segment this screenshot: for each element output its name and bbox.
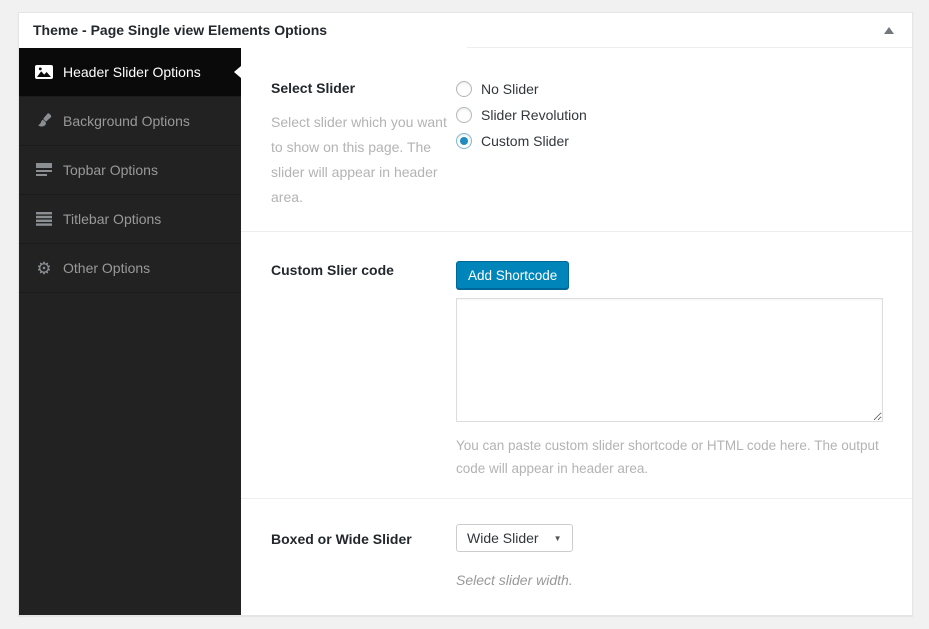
slider-radio-group: No Slider Slider Revolution Custom Slide…	[456, 76, 587, 154]
image-icon	[34, 65, 54, 79]
no-slider-radio[interactable]	[456, 81, 472, 97]
slider-width-select[interactable]: Wide Slider ▼	[456, 524, 573, 552]
sidebar-item-label: Topbar Options	[63, 162, 158, 178]
sidebar-item-label: Other Options	[63, 260, 151, 276]
metabox-header: Theme - Page Single view Elements Option…	[19, 13, 912, 47]
triangle-up-icon	[884, 26, 894, 34]
sidebar-item-other-options[interactable]: ⚙ Other Options	[19, 244, 241, 293]
select-slider-label: Select Slider	[271, 80, 356, 96]
radio-option-label: Slider Revolution	[481, 107, 587, 123]
select-current-value: Wide Slider	[467, 530, 539, 546]
radio-option-custom-slider[interactable]: Custom Slider	[456, 128, 587, 154]
slider-width-label: Boxed or Wide Slider	[271, 531, 412, 547]
slider-revolution-radio[interactable]	[456, 107, 472, 123]
options-tab-sidebar: Header Slider Options Background Options…	[19, 48, 241, 615]
section-divider	[241, 231, 912, 232]
sidebar-item-label: Background Options	[63, 113, 190, 129]
slider-width-description: Select slider width.	[456, 572, 573, 588]
custom-slider-radio[interactable]	[456, 133, 472, 149]
sidebar-item-header-slider-options[interactable]: Header Slider Options	[19, 48, 241, 97]
sidebar-item-background-options[interactable]: Background Options	[19, 97, 241, 146]
brush-icon	[34, 113, 54, 129]
sidebar-item-topbar-options[interactable]: Topbar Options	[19, 146, 241, 195]
topbar-icon	[34, 163, 54, 177]
chevron-down-icon: ▼	[553, 533, 562, 543]
radio-option-label: Custom Slider	[481, 133, 569, 149]
section-divider	[241, 498, 912, 499]
radio-option-slider-revolution[interactable]: Slider Revolution	[456, 102, 587, 128]
custom-slider-code-label: Custom Slier code	[271, 262, 394, 278]
select-slider-description: Select slider which you want to show on …	[271, 114, 447, 205]
collapse-toggle-button[interactable]	[874, 13, 904, 47]
shortcode-description: You can paste custom slider shortcode or…	[456, 438, 879, 476]
theme-options-metabox: Theme - Page Single view Elements Option…	[18, 12, 913, 616]
tab-panel-header-slider-options: Select Slider Select slider which you wa…	[241, 48, 912, 615]
sidebar-item-label: Titlebar Options	[63, 211, 162, 227]
gear-icon: ⚙	[36, 258, 52, 278]
radio-option-no-slider[interactable]: No Slider	[456, 76, 587, 102]
sidebar-item-titlebar-options[interactable]: Titlebar Options	[19, 195, 241, 244]
shortcode-textarea[interactable]	[456, 298, 883, 422]
titlebar-icon	[34, 212, 54, 226]
metabox-title: Theme - Page Single view Elements Option…	[33, 22, 328, 38]
sidebar-item-label: Header Slider Options	[63, 64, 201, 80]
radio-option-label: No Slider	[481, 81, 539, 97]
add-shortcode-button[interactable]: Add Shortcode	[456, 261, 570, 289]
